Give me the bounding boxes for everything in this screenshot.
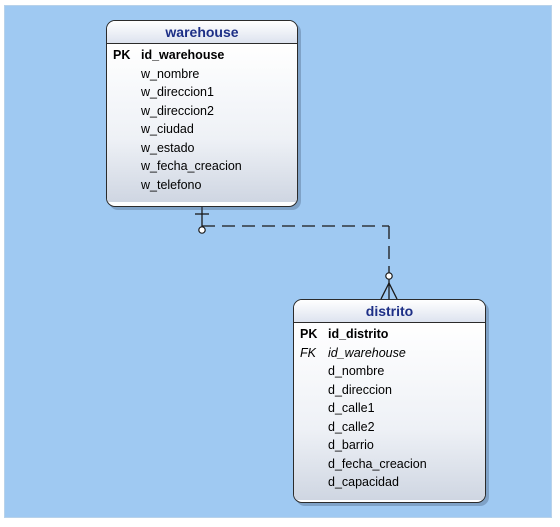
field-row: d_calle2	[294, 418, 485, 437]
cardinality-zero-circle-distrito	[385, 272, 393, 280]
field-row: w_direccion2	[107, 102, 297, 121]
pk-marker: PK	[113, 48, 131, 62]
field-name: d_capacidad	[328, 475, 399, 489]
entity-title: warehouse	[107, 21, 297, 44]
crows-foot-left	[380, 282, 390, 300]
field-name: w_estado	[141, 140, 195, 155]
entity-fields: PK id_warehouse w_nombre w_direccion1 w_…	[107, 44, 297, 202]
field-name: w_direccion1	[141, 85, 214, 99]
field-row: w_telefono	[107, 176, 297, 195]
field-row: d_calle1	[294, 399, 485, 418]
field-name: w_telefono	[141, 177, 202, 192]
cardinality-zero-circle-warehouse	[198, 226, 206, 234]
field-row: d_fecha_creacion	[294, 455, 485, 474]
entity-title: distrito	[294, 300, 485, 323]
pk-field: id_distrito	[328, 327, 389, 341]
field-row: w_ciudad	[107, 120, 297, 139]
pk-row: PK id_distrito	[294, 325, 485, 344]
field-name: w_ciudad	[141, 122, 194, 136]
field-row: d_nombre	[294, 362, 485, 381]
field-row: w_nombre	[107, 65, 297, 84]
field-name: d_calle1	[328, 401, 375, 415]
pk-marker: PK	[300, 327, 318, 341]
field-name: d_calle2	[328, 419, 375, 434]
entity-distrito[interactable]: distrito PK id_distrito FK id_warehouse …	[293, 299, 486, 503]
field-name: d_barrio	[328, 438, 374, 452]
field-row: w_fecha_creacion	[107, 157, 297, 176]
field-row: w_direccion1	[107, 83, 297, 102]
field-name: d_nombre	[328, 364, 385, 378]
field-row: w_estado	[107, 139, 297, 158]
crows-foot-right	[388, 282, 398, 300]
fk-marker: FK	[300, 345, 316, 360]
pk-row: PK id_warehouse	[107, 46, 297, 65]
entity-fields: PK id_distrito FK id_warehouse d_nombre …	[294, 323, 485, 500]
field-name: d_direccion	[328, 382, 392, 397]
field-row: d_capacidad	[294, 473, 485, 492]
field-name: d_fecha_creacion	[328, 456, 427, 471]
field-row: d_direccion	[294, 381, 485, 400]
field-name: w_nombre	[141, 66, 200, 81]
fk-field: id_warehouse	[328, 345, 406, 360]
field-name: w_fecha_creacion	[141, 159, 242, 173]
entity-warehouse[interactable]: warehouse PK id_warehouse w_nombre w_dir…	[106, 20, 298, 207]
fk-row: FK id_warehouse	[294, 344, 485, 363]
diagram-canvas: warehouse PK id_warehouse w_nombre w_dir…	[4, 5, 552, 518]
field-row: d_barrio	[294, 436, 485, 455]
pk-field: id_warehouse	[141, 48, 225, 62]
field-name: w_direccion2	[141, 103, 214, 118]
